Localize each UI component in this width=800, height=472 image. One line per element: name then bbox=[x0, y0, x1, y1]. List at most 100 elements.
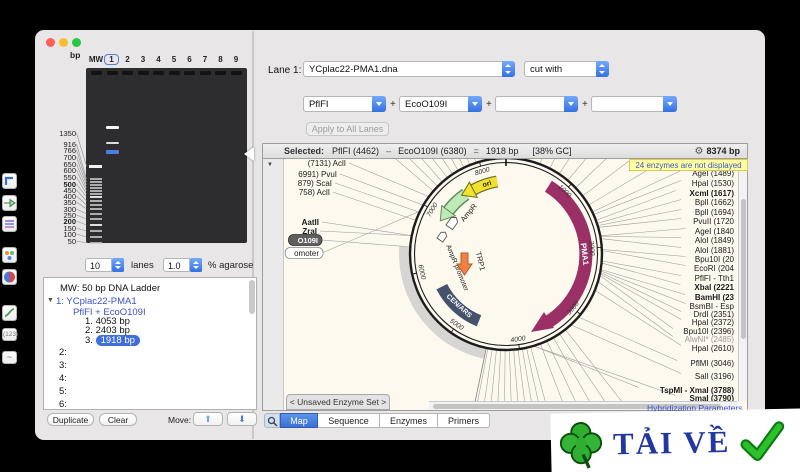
enzyme-site-label[interactable]: O109I bbox=[298, 236, 318, 245]
enzyme1-value: PflFI bbox=[309, 99, 329, 110]
wrap-button[interactable]: ~ bbox=[2, 351, 17, 364]
enzyme-site-label[interactable]: (7131) AclI bbox=[308, 159, 346, 168]
lane-header-9[interactable]: 9 bbox=[227, 55, 245, 64]
feature-ampr-promoter-glyph[interactable] bbox=[436, 230, 448, 243]
enzyme2-select[interactable]: EcoO109I bbox=[399, 96, 482, 112]
enzyme-site-label[interactable]: XbaI (2221 bbox=[694, 283, 734, 292]
duplicate-button[interactable]: Duplicate bbox=[47, 413, 94, 426]
collapse-left-arrow-icon[interactable] bbox=[244, 147, 254, 161]
show-enzymes-button[interactable] bbox=[2, 216, 17, 232]
clear-button[interactable]: Clear bbox=[99, 413, 137, 426]
map-position-label: 4000 bbox=[510, 335, 526, 344]
enzyme-site-label[interactable]: HpaI (2610) bbox=[692, 344, 735, 353]
enzyme-site-label[interactable]: HpaI (1530) bbox=[692, 179, 735, 188]
file-select-stepper[interactable] bbox=[502, 61, 515, 77]
map-cut-line bbox=[320, 239, 410, 248]
numbering-button[interactable]: (123) bbox=[2, 328, 18, 341]
show-orfs-button[interactable] bbox=[2, 195, 17, 211]
unsaved-enzyme-set-tab[interactable]: < Unsaved Enzyme Set > bbox=[286, 394, 390, 410]
enzyme-site-label[interactable]: SalI (3196) bbox=[695, 372, 734, 381]
map-vertical-scrollbar[interactable] bbox=[738, 159, 747, 401]
enzyme-site-label[interactable]: AloI (1881) bbox=[695, 246, 734, 255]
gear-icon[interactable]: ⚙ bbox=[695, 146, 704, 157]
lane1-band-1[interactable] bbox=[105, 125, 119, 129]
lane-contents-list[interactable]: MW: 50 bp DNA Ladder ▼ 1: YCplac22-PMA1 … bbox=[43, 277, 257, 410]
empty-lane-row[interactable]: 6: bbox=[59, 399, 67, 410]
enzyme-site-label[interactable]: HpaI (2372) bbox=[692, 318, 735, 327]
plasmid-map[interactable]: PMA1 CEN/ARS AmpR ori AmpR promoter TRP1… bbox=[283, 159, 748, 411]
lane1-band-2[interactable] bbox=[105, 141, 119, 144]
enzyme-site-label[interactable]: 879) ScaI bbox=[298, 179, 332, 188]
enzyme1-select[interactable]: PflFI bbox=[303, 96, 386, 112]
enzyme3-select[interactable] bbox=[495, 96, 578, 112]
choose-enzymes-button[interactable] bbox=[2, 173, 17, 189]
stepper-up-icon[interactable] bbox=[193, 261, 200, 264]
show-translations-button[interactable] bbox=[2, 305, 17, 321]
enzyme3-dropdown-icon[interactable] bbox=[564, 96, 578, 112]
lanes-count-input[interactable]: 10 bbox=[85, 258, 112, 272]
tab-map[interactable]: Map bbox=[280, 413, 318, 428]
vertical-scrollbar-thumb[interactable] bbox=[740, 199, 746, 339]
agarose-stepper[interactable] bbox=[190, 258, 202, 272]
mw-ladder-row[interactable]: MW: 50 bp DNA Ladder bbox=[60, 283, 160, 294]
fragment-row[interactable]: 3. 1918 bp bbox=[85, 334, 140, 346]
move-down-button[interactable]: ⬇ bbox=[227, 412, 257, 426]
enzyme-site-label[interactable]: AlwNI* (2485) bbox=[685, 335, 735, 344]
minimize-window-button[interactable] bbox=[59, 38, 68, 47]
enzyme-site-label[interactable]: 758) AclI bbox=[299, 188, 330, 197]
enzyme-site-label[interactable]: AloI (1849) bbox=[695, 236, 734, 245]
fragment-size[interactable]: 1918 bp bbox=[95, 334, 140, 346]
gel-image[interactable] bbox=[86, 68, 247, 243]
empty-lane-row[interactable]: 2: bbox=[59, 347, 67, 358]
map-cut-line bbox=[450, 328, 455, 333]
empty-lane-row[interactable]: 3: bbox=[59, 360, 67, 371]
enzyme-site-label[interactable]: PflFI - Tth1 bbox=[695, 274, 735, 283]
agarose-input[interactable]: 1.0 bbox=[163, 258, 190, 272]
tab-enzymes[interactable]: Enzymes bbox=[380, 413, 438, 428]
enzyme-site-label[interactable]: XcmI (1617) bbox=[690, 189, 735, 198]
enzyme-site-label[interactable]: PvuII (1720 bbox=[693, 217, 734, 226]
show-features-button[interactable] bbox=[2, 247, 17, 263]
lane-header-MW[interactable]: MW bbox=[87, 55, 105, 64]
enzyme-site-label[interactable]: AatII bbox=[302, 218, 319, 227]
download-watermark[interactable]: TẢI VỀ bbox=[550, 408, 800, 472]
enzyme-site-label[interactable]: EcoRI (204 bbox=[694, 264, 735, 273]
enzyme4-select[interactable] bbox=[591, 96, 677, 112]
zoom-window-button[interactable] bbox=[72, 38, 81, 47]
tab-primers[interactable]: Primers bbox=[438, 413, 490, 428]
lane-header-1[interactable]: 1 bbox=[104, 54, 119, 65]
list-scrollbar-thumb[interactable] bbox=[249, 280, 255, 314]
stepper-up-icon[interactable] bbox=[115, 261, 122, 264]
close-window-button[interactable] bbox=[46, 38, 55, 47]
enzyme-site-label[interactable]: BplI (1662) bbox=[695, 198, 734, 207]
lane1-band-3[interactable] bbox=[105, 150, 119, 154]
stepper-down-icon[interactable] bbox=[193, 266, 200, 269]
cut-with-select[interactable]: cut with bbox=[524, 61, 609, 77]
enzyme-site-label[interactable]: BplI (1694) bbox=[695, 208, 734, 217]
zoom-tool-tab[interactable] bbox=[264, 413, 280, 428]
apply-to-all-lanes-button[interactable]: Apply to All Lanes bbox=[306, 122, 389, 136]
lanes-stepper[interactable] bbox=[112, 258, 124, 272]
empty-lane-row[interactable]: 5: bbox=[59, 386, 67, 397]
lane1-title-row[interactable]: 1: YCplac22-PMA1 bbox=[56, 296, 137, 307]
empty-lane-row[interactable]: 4: bbox=[59, 373, 67, 384]
stepper-down-icon[interactable] bbox=[115, 266, 122, 269]
lane1-file-select[interactable]: YCplac22-PMA1.dna bbox=[303, 61, 515, 77]
enzyme2-dropdown-icon[interactable] bbox=[468, 96, 482, 112]
show-primers-button[interactable] bbox=[2, 269, 17, 285]
enzyme1-dropdown-icon[interactable] bbox=[372, 96, 386, 112]
enzyme-site-label[interactable]: 6991) PvuI bbox=[298, 170, 337, 179]
disclosure-triangle-icon[interactable]: ▼ bbox=[47, 297, 54, 304]
enzyme-site-label[interactable]: Bpu10I (20 bbox=[695, 255, 735, 264]
enzyme-site-label[interactable]: BamHI (23 bbox=[695, 293, 735, 302]
mw-band bbox=[90, 190, 102, 192]
ladder-connector-line bbox=[76, 195, 87, 206]
strip-disclosure-icon[interactable]: ▼ bbox=[267, 162, 273, 168]
cut-with-stepper[interactable] bbox=[596, 61, 609, 77]
enzyme-site-label[interactable]: omoter bbox=[294, 249, 319, 258]
enzyme-site-label[interactable]: PflMI (3046) bbox=[690, 359, 734, 368]
enzyme-site-label[interactable]: AgeI (1840 bbox=[695, 227, 735, 236]
enzyme4-dropdown-icon[interactable] bbox=[663, 96, 677, 112]
tab-sequence[interactable]: Sequence bbox=[318, 413, 380, 428]
move-up-button[interactable]: ⬆ bbox=[193, 412, 223, 426]
